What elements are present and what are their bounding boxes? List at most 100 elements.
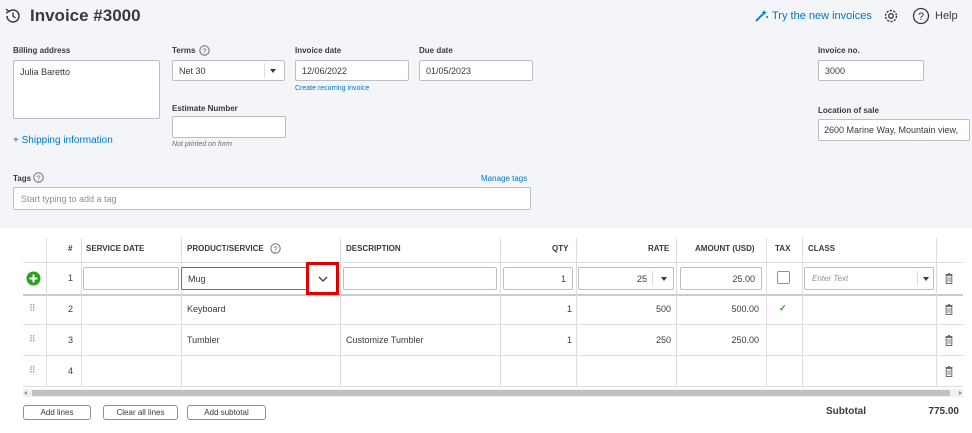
invoice-no-value: 3000 xyxy=(825,66,846,76)
estimate-number-input[interactable] xyxy=(172,116,286,138)
svg-text:?: ? xyxy=(202,46,206,55)
gear-icon[interactable] xyxy=(882,7,900,25)
col-line xyxy=(936,238,937,386)
invoice-date-label: Invoice date xyxy=(295,46,342,55)
col-header-amount: AMOUNT (USD) xyxy=(695,244,755,253)
terms-select[interactable]: Net 30 xyxy=(172,60,285,81)
shipping-information-link[interactable]: + Shipping information xyxy=(13,135,113,146)
location-of-sale-input[interactable]: 2600 Marine Way, Mountain view, xyxy=(818,119,970,141)
col-header-rate: RATE xyxy=(648,244,670,253)
due-date-input[interactable]: 01/05/2023 xyxy=(419,60,533,81)
help-label[interactable]: Help xyxy=(935,10,958,22)
tags-label: Tags xyxy=(13,174,32,183)
invoice-date-input[interactable]: 12/06/2022 xyxy=(295,60,409,81)
row-3-rate[interactable]: 250 xyxy=(656,335,671,345)
tags-placeholder: Start typing to add a tag xyxy=(21,194,117,204)
row-3-amount[interactable]: 250.00 xyxy=(731,335,759,345)
description-input[interactable] xyxy=(343,267,497,290)
invoice-no-input[interactable]: 3000 xyxy=(818,60,924,81)
drag-handle-icon[interactable]: ⠿ xyxy=(29,365,36,376)
svg-text:?: ? xyxy=(36,173,40,182)
row-line-2 xyxy=(23,324,963,325)
create-recurring-link[interactable]: Create recurring invoice xyxy=(295,85,369,92)
header-bottom-line xyxy=(23,262,963,263)
estimate-number-label: Estimate Number xyxy=(172,104,238,113)
page-title: Invoice #3000 xyxy=(30,6,141,25)
row-2-qty[interactable]: 1 xyxy=(567,304,572,314)
amount-input[interactable]: 25.00 xyxy=(680,267,762,290)
chevron-down-icon xyxy=(318,276,328,282)
manage-tags-link[interactable]: Manage tags xyxy=(481,174,527,183)
magic-wand-icon[interactable] xyxy=(754,9,769,23)
delete-row-2-trash-icon[interactable] xyxy=(945,304,953,315)
col-header-qty: QTY xyxy=(552,244,569,253)
col-line xyxy=(802,238,803,386)
billing-address-label: Billing address xyxy=(13,46,71,55)
scroll-right-icon[interactable] xyxy=(959,391,962,395)
col-line xyxy=(46,238,47,386)
delete-row-3-trash-icon[interactable] xyxy=(945,335,953,346)
row-3-description[interactable]: Customize Tumbler xyxy=(346,335,424,345)
amount-value: 25.00 xyxy=(732,274,755,284)
clear-all-lines-button[interactable]: Clear all lines xyxy=(103,405,178,420)
terms-label: Terms xyxy=(172,46,196,55)
tags-input[interactable]: Start typing to add a tag xyxy=(13,187,531,210)
col-header-tax: TAX xyxy=(775,244,791,253)
col-header-product: PRODUCT/SERVICE xyxy=(187,244,264,253)
rate-input[interactable]: 25 xyxy=(578,267,674,290)
col-line xyxy=(81,238,82,386)
recent-transactions-icon[interactable] xyxy=(4,7,22,25)
class-select[interactable]: Enter Text xyxy=(804,267,934,290)
row-4-num: 4 xyxy=(68,366,74,376)
drag-handle-icon[interactable]: ⠿ xyxy=(29,303,36,314)
row-2-tax-check-icon[interactable]: ✓ xyxy=(779,303,787,314)
caret-down-icon[interactable] xyxy=(923,277,929,281)
due-date-value: 01/05/2023 xyxy=(426,66,472,76)
add-lines-button[interactable]: Add lines xyxy=(23,405,91,420)
add-line-plus-icon[interactable] xyxy=(26,271,41,286)
tags-info-icon[interactable]: ? xyxy=(33,172,44,183)
qty-value: 1 xyxy=(560,274,566,284)
caret-down-icon[interactable] xyxy=(661,277,667,281)
row-line-1 xyxy=(23,294,963,296)
invoice-date-value: 12/06/2022 xyxy=(302,66,348,76)
service-date-input[interactable] xyxy=(83,267,179,290)
location-of-sale-value: 2600 Marine Way, Mountain view, xyxy=(824,125,959,135)
terms-info-icon[interactable]: ? xyxy=(199,45,210,56)
row-2-amount[interactable]: 500.00 xyxy=(731,304,759,314)
subtotal-value: 775.00 xyxy=(928,406,959,417)
horizontal-scrollbar[interactable] xyxy=(23,389,963,397)
add-subtotal-button[interactable]: Add subtotal xyxy=(187,405,266,420)
product-value: Mug xyxy=(188,274,206,284)
row-1-num: 1 xyxy=(68,273,74,283)
row-2-product[interactable]: Keyboard xyxy=(187,304,226,314)
svg-text:?: ? xyxy=(273,244,277,253)
col-line xyxy=(181,238,182,386)
tax-checkbox[interactable] xyxy=(777,271,790,284)
row-2-rate[interactable]: 500 xyxy=(656,304,671,314)
billing-address-field[interactable]: Julia Baretto xyxy=(13,60,160,119)
row-line-3 xyxy=(23,355,963,356)
col-line xyxy=(340,238,341,386)
help-icon[interactable]: ? xyxy=(912,7,930,25)
delete-row-1-trash-icon[interactable] xyxy=(945,273,953,284)
product-dropdown-button[interactable] xyxy=(306,262,339,295)
row-3-product[interactable]: Tumbler xyxy=(187,335,220,345)
col-line xyxy=(576,238,577,386)
due-date-label: Due date xyxy=(419,46,453,55)
svg-text:?: ? xyxy=(918,11,924,23)
delete-row-4-trash-icon[interactable] xyxy=(945,366,953,377)
col-header-class: CLASS xyxy=(808,244,836,253)
qty-input[interactable]: 1 xyxy=(503,267,573,290)
billing-address-value: Julia Baretto xyxy=(20,67,71,77)
drag-handle-icon[interactable]: ⠿ xyxy=(29,334,36,345)
scrollbar-thumb[interactable] xyxy=(32,390,950,396)
try-new-invoices-link[interactable]: Try the new invoices xyxy=(772,10,872,22)
product-info-icon[interactable]: ? xyxy=(270,243,281,254)
terms-value: Net 30 xyxy=(179,66,206,76)
col-line xyxy=(676,238,677,386)
col-header-description: DESCRIPTION xyxy=(346,244,401,253)
class-placeholder: Enter Text xyxy=(812,274,849,283)
scroll-left-icon[interactable] xyxy=(24,391,27,395)
row-3-qty[interactable]: 1 xyxy=(567,335,572,345)
